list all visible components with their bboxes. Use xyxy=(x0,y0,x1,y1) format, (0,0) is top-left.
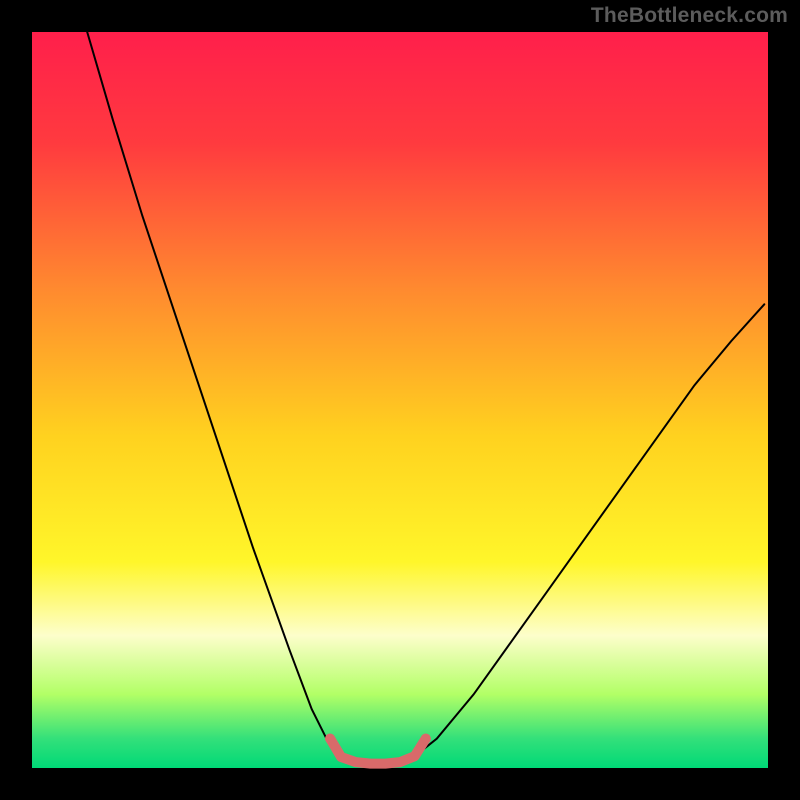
watermark-text: TheBottleneck.com xyxy=(591,4,788,28)
gradient-background xyxy=(32,32,768,768)
chart-stage: TheBottleneck.com xyxy=(0,0,800,800)
valley-marker-endpoint xyxy=(421,734,431,744)
bottleneck-chart xyxy=(0,0,800,800)
valley-marker-endpoint xyxy=(325,734,335,744)
